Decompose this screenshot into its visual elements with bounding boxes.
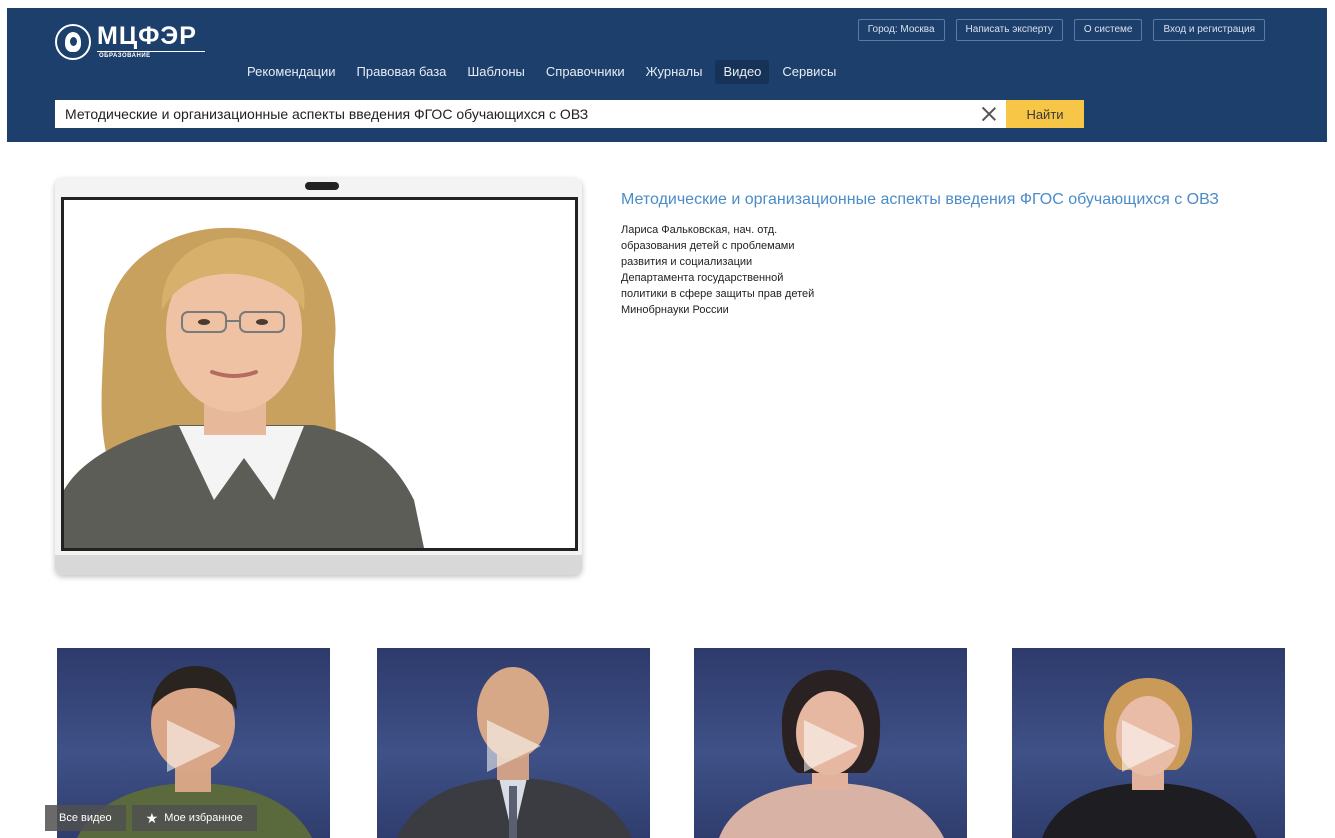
description-line: политики в сфере защиты прав детей (621, 288, 815, 300)
top-links: Город: Москва Написать эксперту О систем… (857, 19, 1265, 41)
nav-item-video[interactable]: Видео (715, 60, 770, 84)
ask-expert-link[interactable]: Написать эксперту (955, 19, 1063, 41)
logo-icon (55, 24, 91, 60)
video-thumbnail[interactable] (377, 648, 650, 838)
thumbnail-actions: Все видео ★ Мое избранное (45, 805, 257, 831)
description-line: образования детей с проблемами (621, 240, 795, 252)
logo-divider (97, 51, 205, 52)
all-videos-button[interactable]: Все видео (45, 805, 126, 831)
search-button[interactable]: Найти (1006, 100, 1084, 128)
nav-item-legal-base[interactable]: Правовая база (349, 60, 455, 84)
video-info: Методические и организационные аспекты в… (621, 190, 1321, 318)
camera-dot (305, 182, 339, 190)
video-title-link[interactable]: Методические и организационные аспекты в… (621, 190, 1321, 210)
video-thumbnail[interactable] (694, 648, 967, 838)
video-description: Лариса Фальковская, нач. отд. образовани… (621, 222, 901, 318)
video-screen[interactable] (61, 197, 578, 551)
video-player[interactable] (55, 178, 582, 575)
about-link[interactable]: О системе (1073, 19, 1143, 41)
brand-logo[interactable]: МЦФЭР ОБРАЗОВАНИЕ (55, 22, 225, 62)
nav-item-references[interactable]: Справочники (538, 60, 633, 84)
play-icon[interactable] (487, 720, 541, 772)
site-header: МЦФЭР ОБРАЗОВАНИЕ Город: Москва Написать… (7, 8, 1327, 142)
play-icon[interactable] (1122, 720, 1176, 772)
nav-item-services[interactable]: Сервисы (774, 60, 844, 84)
search-box (55, 100, 1006, 128)
nav-item-journals[interactable]: Журналы (638, 60, 711, 84)
description-line: Лариса Фальковская, нач. отд. (621, 224, 778, 236)
main-nav: Рекомендации Правовая база Шаблоны Справ… (239, 60, 844, 84)
star-icon: ★ (145, 810, 159, 826)
play-icon[interactable] (804, 720, 858, 772)
description-line: развития и социализации (621, 256, 753, 268)
brand-name: МЦФЭР (97, 22, 197, 50)
search-input[interactable] (55, 100, 975, 128)
presenter-image (64, 200, 575, 548)
video-thumbnail[interactable] (1012, 648, 1285, 838)
description-line: Департамента государственной (621, 272, 784, 284)
play-icon[interactable] (167, 720, 221, 772)
brand-subtitle: ОБРАЗОВАНИЕ (99, 53, 151, 59)
description-line: Минобрнауки России (621, 304, 729, 316)
all-videos-label: Все видео (59, 812, 112, 824)
player-stand (55, 555, 582, 575)
login-link[interactable]: Вход и регистрация (1153, 19, 1265, 41)
favorites-button[interactable]: ★ Мое избранное (131, 805, 257, 831)
favorites-label: Мое избранное (164, 812, 243, 824)
city-link[interactable]: Город: Москва (857, 19, 945, 41)
nav-item-templates[interactable]: Шаблоны (459, 60, 533, 84)
nav-item-recommendations[interactable]: Рекомендации (239, 60, 344, 84)
clear-icon[interactable] (980, 105, 998, 123)
